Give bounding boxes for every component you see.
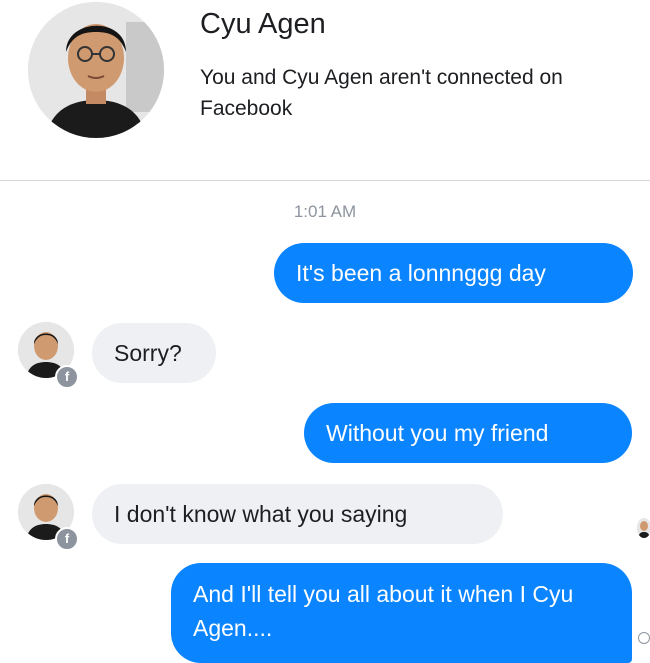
outgoing-message[interactable]: Without you my friend: [304, 403, 632, 463]
contact-name[interactable]: Cyu Agen: [200, 8, 326, 41]
seen-indicator-avatar: [637, 518, 650, 538]
message-text: I don't know what you saying: [114, 500, 408, 527]
outgoing-message[interactable]: And I'll tell you all about it when I Cy…: [171, 563, 632, 663]
message-text: It's been a lonnnggg day: [296, 259, 546, 286]
message-text: And I'll tell you all about it when I Cy…: [193, 581, 574, 641]
chat-header: Cyu Agen You and Cyu Agen aren't connect…: [0, 0, 650, 180]
incoming-message[interactable]: I don't know what you saying: [92, 484, 503, 544]
user-photo-icon: [637, 518, 650, 538]
user-photo-icon: [28, 2, 164, 138]
outgoing-message[interactable]: It's been a lonnnggg day: [274, 243, 633, 303]
facebook-badge-icon: f: [55, 365, 79, 389]
facebook-badge-icon: f: [55, 527, 79, 551]
message-text: Sorry?: [114, 339, 182, 366]
message-timestamp: 1:01 AM: [293, 202, 357, 221]
connection-status: You and Cyu Agen aren't connected on Fac…: [200, 66, 563, 120]
header-divider: [0, 180, 650, 181]
message-text: Without you my friend: [326, 419, 549, 446]
profile-avatar[interactable]: [28, 2, 164, 138]
seen-check-icon: [638, 632, 650, 644]
incoming-message[interactable]: Sorry?: [92, 323, 216, 383]
